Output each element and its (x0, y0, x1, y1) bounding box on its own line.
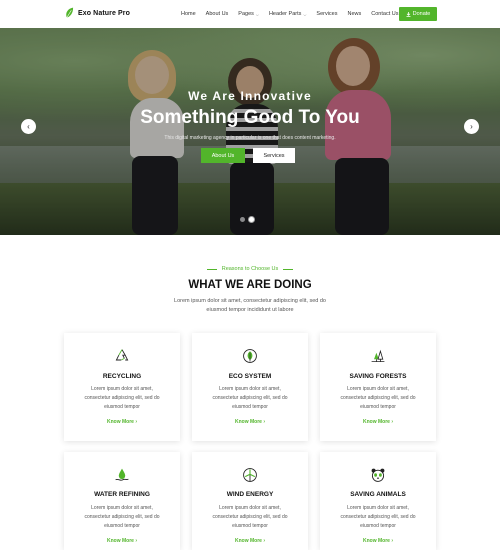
leaf-logo-icon (66, 7, 74, 18)
recycle-icon (115, 349, 129, 361)
slider-prev-button[interactable]: ‹ (21, 119, 36, 134)
card-title: WIND ENERGY (226, 491, 274, 498)
know-more-link[interactable]: Know More › (64, 538, 180, 544)
chevron-right-icon: › (470, 122, 473, 131)
link-label: Know More (362, 538, 390, 544)
nav-label: Contact Us (371, 11, 399, 17)
donate-button[interactable]: Donate (399, 7, 437, 21)
card-text: Lorem ipsum dolor sit amet, consectetur … (84, 505, 160, 529)
service-card-recycling: RECYCLING Lorem ipsum dolor sit amet, co… (64, 333, 180, 441)
panda-icon (371, 468, 385, 482)
nav-label: Header Parts (268, 11, 302, 17)
nav-label: Pages (238, 11, 254, 17)
nav-label: News (347, 11, 362, 17)
forest-icon (371, 349, 385, 362)
link-label: Know More (234, 538, 262, 544)
section-description: Lorem ipsum dolor sit amet, consectetur … (174, 298, 326, 313)
slider-dots (240, 217, 254, 222)
section-title: WHAT WE ARE DOING (188, 279, 312, 291)
nav-item-header-parts[interactable]: Header Parts ⌵ (269, 11, 306, 17)
link-label: Know More (106, 419, 134, 425)
wind-turbine-icon (243, 468, 257, 482)
water-drop-icon (115, 468, 129, 481)
chevron-right-icon: › (135, 538, 137, 544)
link-label: Know More (362, 419, 390, 425)
nav-item-news[interactable]: News (348, 11, 362, 17)
know-more-link[interactable]: Know More › (320, 538, 436, 544)
nav-label: Home (181, 11, 196, 17)
nav-item-about-us[interactable]: About Us (206, 11, 229, 17)
section-eyebrow: Reasons to Choose Us (0, 266, 500, 272)
chevron-right-icon: › (391, 419, 393, 425)
download-icon (406, 11, 411, 17)
brand-logo[interactable]: Exo Nature Pro (65, 7, 130, 19)
divider (283, 268, 294, 270)
chevron-down-icon: ⌵ (303, 11, 307, 17)
chevron-right-icon: › (263, 538, 265, 544)
brand-name: Exo Nature Pro (78, 9, 130, 17)
card-text: Lorem ipsum dolor sit amet, consectetur … (340, 505, 416, 529)
eyebrow-text: Reasons to Choose Us (221, 266, 279, 272)
hero-title: Something Good To You (140, 107, 360, 128)
leaf-icon (243, 349, 257, 363)
chevron-right-icon: › (135, 419, 137, 425)
nav-label: About Us (205, 11, 229, 17)
chevron-down-icon: ⌵ (255, 11, 259, 17)
site-header: Exo Nature Pro Home About Us Pages ⌵ Head… (0, 0, 500, 28)
main-nav: Home About Us Pages ⌵ Header Parts ⌵ Servi… (181, 11, 398, 17)
slider-dot-active[interactable] (249, 217, 254, 222)
hero-description: This digital marketing agency in particu… (164, 135, 336, 141)
card-title: WATER REFINING (94, 491, 150, 498)
nav-item-home[interactable]: Home (181, 11, 196, 17)
card-title: SAVING FORESTS (349, 373, 407, 380)
know-more-link[interactable]: Know More › (192, 538, 308, 544)
service-card-wind-energy: WIND ENERGY Lorem ipsum dolor sit amet, … (192, 452, 308, 550)
card-text: Lorem ipsum dolor sit amet, consectetur … (84, 386, 160, 410)
nav-item-contact-us[interactable]: Contact Us (371, 11, 398, 17)
slider-dot[interactable] (240, 217, 245, 222)
know-more-link[interactable]: Know More › (64, 419, 180, 425)
chevron-right-icon: › (263, 419, 265, 425)
link-label: Know More (106, 538, 134, 544)
donate-label: Donate (412, 11, 431, 17)
card-title: ECO SYSTEM (228, 373, 272, 380)
service-card-saving-forests: SAVING FORESTS Lorem ipsum dolor sit ame… (320, 333, 436, 441)
services-button[interactable]: Services (253, 148, 295, 163)
card-title: RECYCLING (102, 373, 142, 380)
service-card-water-refining: WATER REFINING Lorem ipsum dolor sit ame… (64, 452, 180, 550)
know-more-link[interactable]: Know More › (192, 419, 308, 425)
about-us-button[interactable]: About Us (201, 148, 245, 163)
nav-item-pages[interactable]: Pages ⌵ (238, 11, 259, 17)
chevron-right-icon: › (391, 538, 393, 544)
hero-subtitle: We Are Innovative (188, 89, 312, 103)
know-more-link[interactable]: Know More › (320, 419, 436, 425)
card-title: SAVING ANIMALS (350, 491, 406, 498)
slider-next-button[interactable]: › (464, 119, 479, 134)
hero-overlay (0, 28, 500, 235)
service-card-eco-system: ECO SYSTEM Lorem ipsum dolor sit amet, c… (192, 333, 308, 441)
card-text: Lorem ipsum dolor sit amet, consectetur … (212, 386, 288, 410)
divider (206, 268, 217, 270)
card-text: Lorem ipsum dolor sit amet, consectetur … (340, 386, 416, 410)
chevron-left-icon: ‹ (27, 122, 30, 131)
link-label: Know More (234, 419, 262, 425)
hero-slider: We Are Innovative Something Good To You … (0, 28, 500, 235)
card-text: Lorem ipsum dolor sit amet, consectetur … (212, 505, 288, 529)
service-card-saving-animals: SAVING ANIMALS Lorem ipsum dolor sit ame… (320, 452, 436, 550)
nav-item-services[interactable]: Services (316, 11, 337, 17)
nav-label: Services (316, 11, 338, 17)
